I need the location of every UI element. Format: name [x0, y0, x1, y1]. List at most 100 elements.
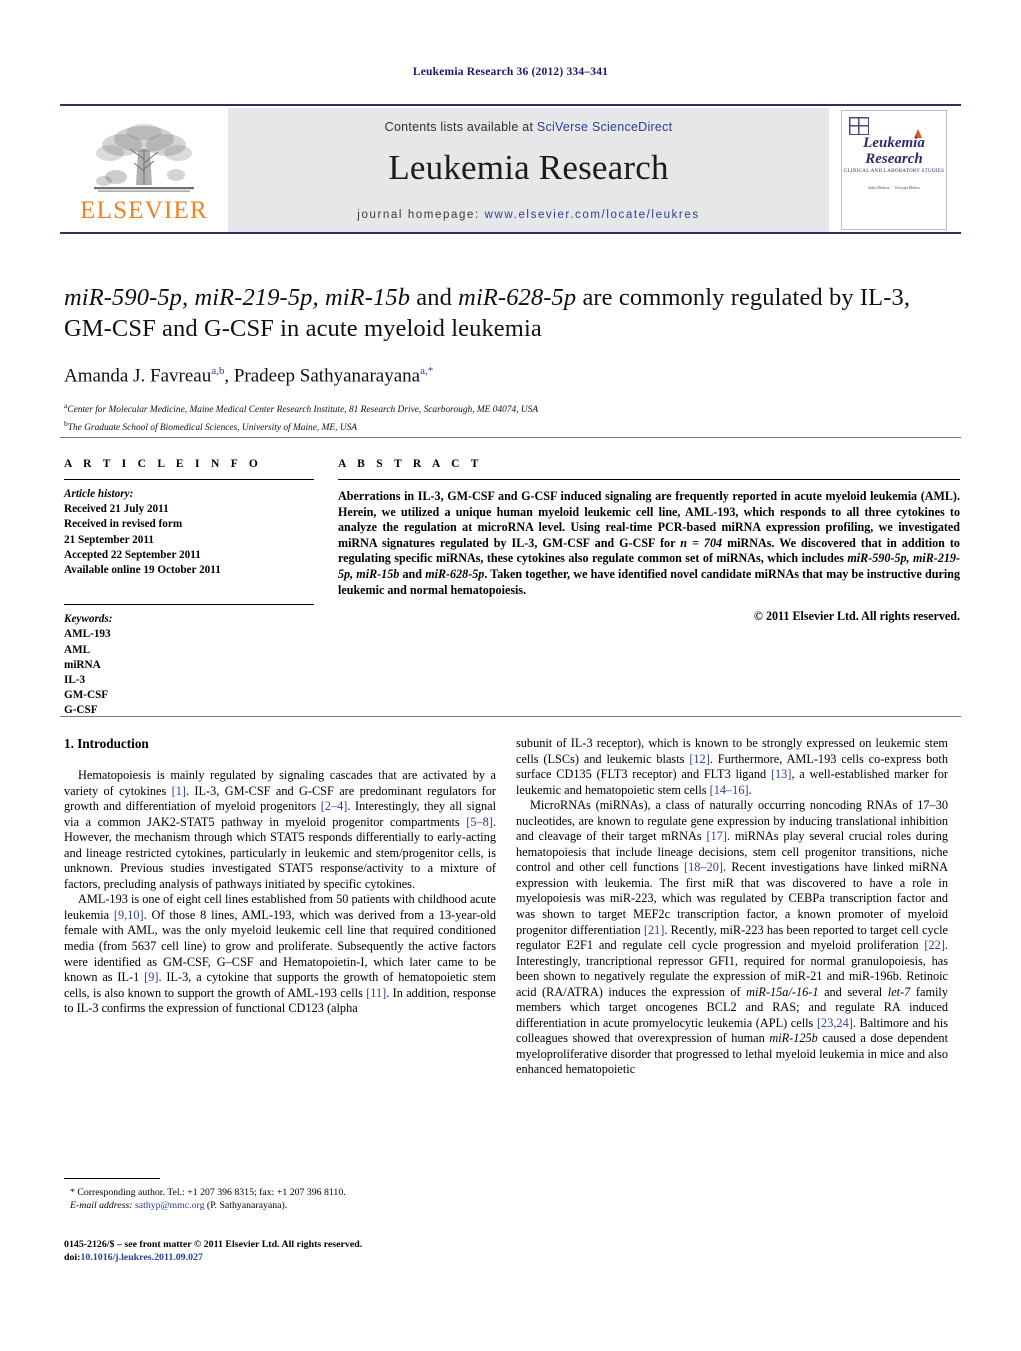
text-run: and several	[818, 984, 888, 999]
article-info-heading: A R T I C L E I N F O	[64, 458, 263, 470]
article-history: Article history: Received 21 July 2011 R…	[64, 487, 314, 578]
italic-term: miR-15a/-16-1	[746, 984, 819, 999]
citation-ref[interactable]: [21]	[644, 923, 665, 937]
doi-link[interactable]: 10.1016/j.leukres.2011.09.027	[80, 1252, 202, 1263]
abstract-heading: A B S T R A C T	[338, 458, 483, 470]
cover-index-right: Excerpta Medica	[895, 186, 920, 190]
elsevier-logo: ELSEVIER	[60, 108, 228, 232]
author-1: Amanda J. Favreau	[64, 365, 212, 387]
italic-term: miR-125b	[769, 1031, 818, 1046]
section-heading-introduction: 1. Introduction	[64, 736, 149, 751]
citation-ref[interactable]: [12]	[689, 752, 710, 766]
title-block: miR-590-5p, miR-219-5p, miR-15b and miR-…	[64, 282, 960, 436]
masthead-center: Contents lists available at SciVerse Sci…	[228, 108, 829, 232]
cover-title-line1: Leukemia	[863, 135, 925, 151]
affiliation-a: aCenter for Molecular Medicine, Maine Me…	[64, 399, 960, 417]
author-list: Amanda J. Favreaua,b, Pradeep Sathyanara…	[64, 360, 960, 387]
author-1-affil-marker[interactable]: a,b	[211, 365, 224, 377]
divider-above-info	[60, 437, 961, 438]
history-item: 21 September 2011	[64, 533, 154, 546]
citation-ref[interactable]: [11]	[366, 986, 386, 1000]
affiliation-b-text: The Graduate School of Biomedical Scienc…	[67, 423, 358, 434]
contents-available-line: Contents lists available at SciVerse Sci…	[385, 120, 673, 134]
citation-ref[interactable]: [22]	[924, 938, 945, 952]
title-mirs-1: miR-590-5p, miR-219-5p, miR-15b	[64, 284, 411, 311]
affiliations: aCenter for Molecular Medicine, Maine Me…	[64, 399, 960, 435]
homepage-prefix: journal homepage:	[357, 209, 485, 221]
cover-indexing: Index Medicus Excerpta Medica	[842, 185, 946, 191]
journal-homepage-link[interactable]: www.elsevier.com/locate/leukres	[485, 209, 700, 221]
citation-ref[interactable]: [23,24]	[817, 1016, 853, 1030]
email-label: E-mail address:	[70, 1200, 133, 1212]
article-info-panel: A R T I C L E I N F O Article history: R…	[64, 458, 314, 719]
paragraph: MicroRNAs (miRNAs), a class of naturally…	[516, 798, 948, 1078]
doi-line: doi:10.1016/j.leukres.2011.09.027	[64, 1251, 504, 1264]
journal-masthead: ELSEVIER Contents lists available at Sci…	[60, 104, 961, 234]
email-line: E-mail address: sathyp@mmc.org (P. Sathy…	[64, 1199, 496, 1212]
history-item: Accepted 22 September 2011	[64, 548, 201, 561]
paragraph: subunit of IL-3 receptor), which is know…	[516, 736, 948, 798]
affiliation-a-text: Center for Molecular Medicine, Maine Med…	[67, 405, 539, 416]
citation-ref[interactable]: [17]	[706, 829, 727, 843]
keyword-item: AML	[64, 643, 91, 656]
author-2: , Pradeep Sathyanarayana	[224, 365, 421, 387]
citation-ref[interactable]: [1]	[172, 784, 186, 798]
article-page: Leukemia Research 36 (2012) 334–341 ELSE…	[0, 0, 1021, 1351]
elsevier-wordmark: ELSEVIER	[80, 197, 208, 224]
email-suffix: (P. Sathyanarayana).	[204, 1200, 288, 1212]
abstract-text: Aberrations in IL-3, GM-CSF and G-CSF in…	[338, 489, 960, 598]
info-rule	[64, 479, 314, 480]
citation-ref[interactable]: [18–20]	[684, 860, 723, 874]
cover-subtitle: CLINICAL AND LABORATORY STUDIES	[843, 169, 945, 174]
journal-cover-cell: Leukemia Research CLINICAL AND LABORATOR…	[829, 108, 959, 232]
cover-title: Leukemia Research	[842, 135, 946, 167]
elsevier-tree-icon	[94, 124, 194, 192]
affiliation-b: bThe Graduate School of Biomedical Scien…	[64, 417, 960, 435]
citation-ref[interactable]: [2–4]	[321, 799, 348, 813]
citation-ref[interactable]: [9,10]	[114, 908, 144, 922]
history-item: Received 21 July 2011	[64, 503, 169, 516]
abstract-copyright: © 2011 Elsevier Ltd. All rights reserved…	[753, 609, 960, 624]
italic-term: let-7	[887, 984, 911, 999]
citation-ref[interactable]: [13]	[771, 767, 792, 781]
keyword-item: GM-CSF	[64, 689, 109, 702]
keywords-label: Keywords:	[64, 613, 113, 626]
page-footer: 0145-2126/$ – see front matter © 2011 El…	[64, 1238, 504, 1265]
cover-index-left: Index Medicus	[868, 186, 890, 190]
citation-ref[interactable]: [14–16]	[710, 783, 749, 797]
footnote-rule	[64, 1178, 160, 1179]
abstract-mirs-2: miR-628-5p	[425, 566, 485, 581]
text-run: .	[748, 782, 752, 797]
body-column-right: subunit of IL-3 receptor), which is know…	[516, 736, 948, 1078]
author-2-affil-marker[interactable]: a,*	[420, 365, 433, 377]
doi-label: doi:	[64, 1252, 81, 1264]
history-item: Received in revised form	[64, 518, 183, 531]
paragraph: AML-193 is one of eight cell lines estab…	[64, 892, 496, 1016]
article-history-label: Article history:	[64, 488, 134, 500]
journal-title: Leukemia Research	[388, 148, 669, 187]
citation-ref[interactable]: [9]	[144, 970, 158, 984]
paragraph: Hematopoiesis is mainly regulated by sig…	[64, 768, 496, 892]
corresponding-author-line: * Corresponding author. Tel.: +1 207 396…	[70, 1187, 346, 1198]
keyword-item: AML-193	[64, 628, 111, 641]
keyword-item: miRNA	[64, 658, 101, 671]
journal-cover-thumbnail: Leukemia Research CLINICAL AND LABORATOR…	[841, 110, 947, 230]
running-head: Leukemia Research 36 (2012) 334–341	[412, 66, 609, 78]
citation-ref[interactable]: [5–8]	[466, 815, 493, 829]
journal-homepage-line: journal homepage: www.elsevier.com/locat…	[228, 209, 829, 221]
title-mirs-2: miR-628-5p	[458, 284, 577, 311]
cover-title-line2: Research	[865, 151, 923, 167]
abstract-rule	[338, 479, 960, 480]
contents-prefix: Contents lists available at	[384, 120, 537, 134]
abstract-panel: A B S T R A C T Aberrations in IL-3, GM-…	[338, 458, 960, 624]
keywords-block: Keywords: AML-193 AML miRNA IL-3 GM-CSF …	[64, 604, 314, 718]
keyword-item: IL-3	[64, 674, 86, 687]
sciencedirect-link[interactable]: SciVerse ScienceDirect	[537, 120, 672, 134]
title-and: and	[410, 284, 459, 311]
keywords-rule	[64, 604, 314, 606]
abstract-seg-3: and	[399, 566, 426, 581]
email-link[interactable]: sathyp@mmc.org	[135, 1200, 205, 1211]
corresponding-author-footnote: * Corresponding author. Tel.: +1 207 396…	[64, 1178, 496, 1212]
body-column-left: 1. Introduction Hematopoiesis is mainly …	[64, 736, 496, 1017]
page-title: miR-590-5p, miR-219-5p, miR-15b and miR-…	[64, 282, 960, 344]
